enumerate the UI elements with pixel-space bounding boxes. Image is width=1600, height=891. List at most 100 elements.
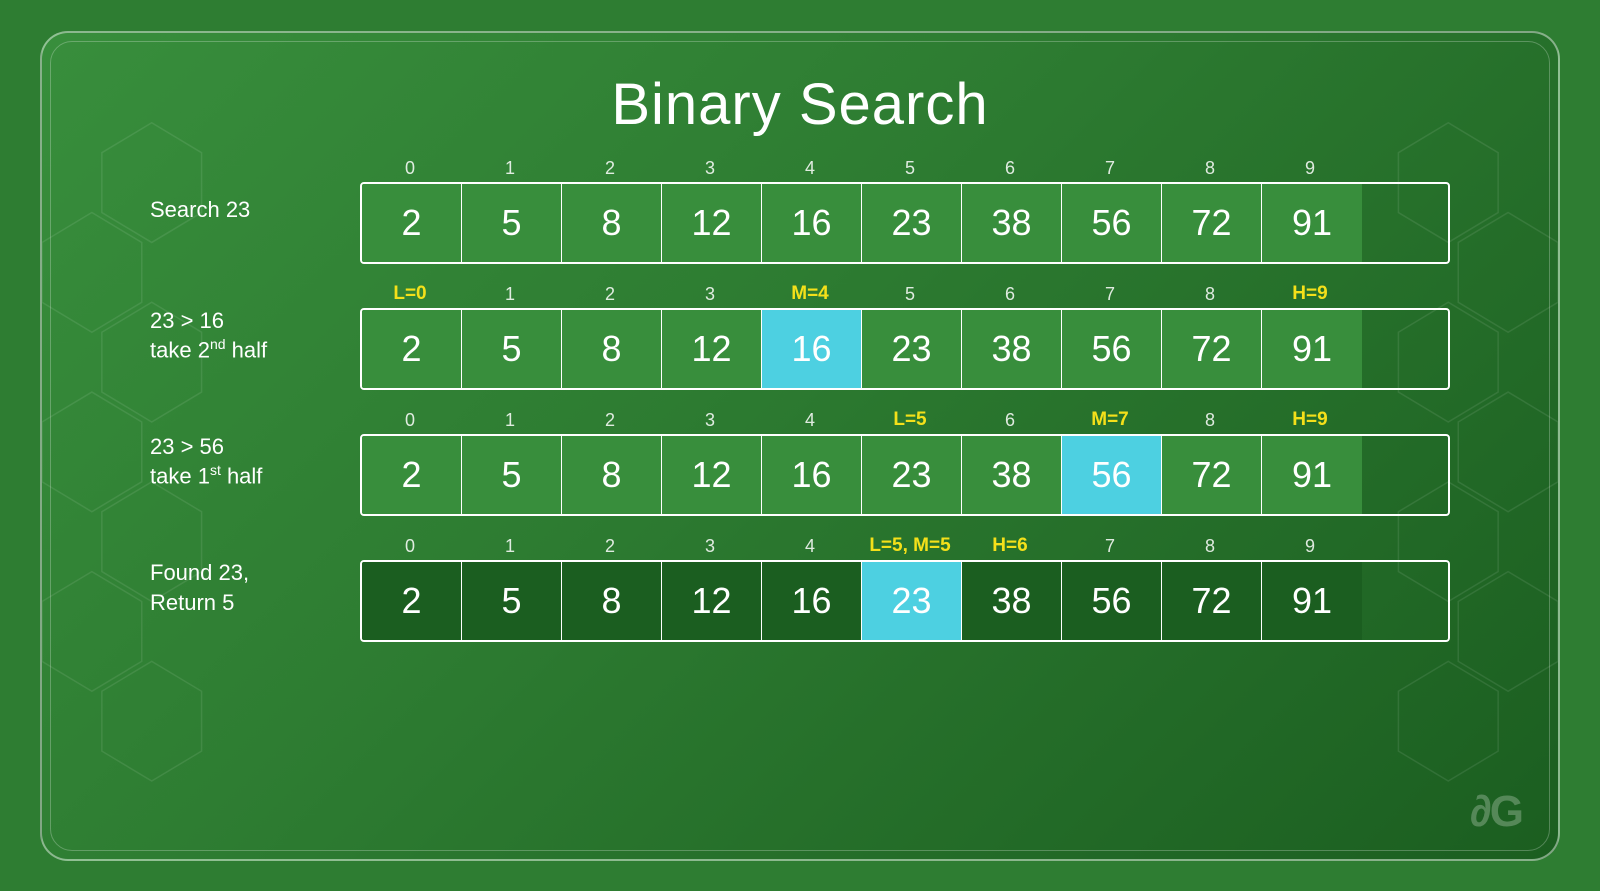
cell-search23-1: 5: [462, 184, 562, 262]
cell-search23-7: 56: [1062, 184, 1162, 262]
index-cell-step1-7: 7: [1060, 282, 1160, 306]
index-cell-search23-0: 0: [360, 156, 460, 180]
cell-step3-2: 8: [562, 562, 662, 640]
cells-row-step3: 25812162338567291: [360, 560, 1450, 642]
cell-step3-3: 12: [662, 562, 762, 640]
index-row-search23: 0123456789: [360, 156, 1450, 180]
cell-step3-6: 38: [962, 562, 1062, 640]
index-cell-step1-3: 3: [660, 282, 760, 306]
index-cell-step2-1: 1: [460, 408, 560, 432]
cell-step1-0: 2: [362, 310, 462, 388]
index-cell-step2-2: 2: [560, 408, 660, 432]
row-group-step1: 23 > 16take 2nd halfL=0123M=45678H=92581…: [150, 282, 1450, 390]
cell-step1-8: 72: [1162, 310, 1262, 388]
cell-step2-3: 12: [662, 436, 762, 514]
array-wrapper-step2: 01234L=56M=78H=925812162338567291: [360, 408, 1450, 516]
index-cell-step3-4: 4: [760, 534, 860, 558]
index-cell-step2-5: L=5: [860, 408, 960, 432]
cell-step1-7: 56: [1062, 310, 1162, 388]
array-wrapper-step1: L=0123M=45678H=925812162338567291: [360, 282, 1450, 390]
row-group-step2: 23 > 56take 1st half01234L=56M=78H=92581…: [150, 408, 1450, 516]
cell-step2-0: 2: [362, 436, 462, 514]
index-cell-search23-9: 9: [1260, 156, 1360, 180]
index-row-step2: 01234L=56M=78H=9: [360, 408, 1450, 432]
index-cell-step2-3: 3: [660, 408, 760, 432]
row-group-step3: Found 23,Return 501234L=5, M=5H=67892581…: [150, 534, 1450, 642]
cell-step3-8: 72: [1162, 562, 1262, 640]
cell-step3-5: 23: [862, 562, 962, 640]
cell-step2-8: 72: [1162, 436, 1262, 514]
array-wrapper-step3: 01234L=5, M=5H=678925812162338567291: [360, 534, 1450, 642]
cell-step2-7: 56: [1062, 436, 1162, 514]
cell-step2-2: 8: [562, 436, 662, 514]
index-cell-step2-4: 4: [760, 408, 860, 432]
cell-step3-4: 16: [762, 562, 862, 640]
index-cell-step3-9: 9: [1260, 534, 1360, 558]
index-cell-search23-3: 3: [660, 156, 760, 180]
row-label-step3: Found 23,Return 5: [150, 558, 360, 617]
index-cell-step2-6: 6: [960, 408, 1060, 432]
cell-search23-9: 91: [1262, 184, 1362, 262]
cell-step3-0: 2: [362, 562, 462, 640]
index-cell-search23-5: 5: [860, 156, 960, 180]
content-area: Search 2301234567892581216233856729123 >…: [140, 156, 1460, 642]
index-cell-step1-8: 8: [1160, 282, 1260, 306]
row-group-search23: Search 23012345678925812162338567291: [150, 156, 1450, 264]
cells-row-step2: 25812162338567291: [360, 434, 1450, 516]
index-row-step1: L=0123M=45678H=9: [360, 282, 1450, 306]
index-cell-step2-9: H=9: [1260, 408, 1360, 432]
page-title: Binary Search: [611, 71, 988, 138]
index-cell-search23-4: 4: [760, 156, 860, 180]
cell-step1-9: 91: [1262, 310, 1362, 388]
index-cell-step3-5: L=5, M=5: [860, 534, 960, 558]
index-cell-step3-8: 8: [1160, 534, 1260, 558]
cell-step2-4: 16: [762, 436, 862, 514]
index-cell-step3-2: 2: [560, 534, 660, 558]
cell-step1-4: 16: [762, 310, 862, 388]
index-cell-step1-6: 6: [960, 282, 1060, 306]
index-cell-step3-6: H=6: [960, 534, 1060, 558]
index-cell-step2-8: 8: [1160, 408, 1260, 432]
cell-step2-6: 38: [962, 436, 1062, 514]
index-cell-step3-0: 0: [360, 534, 460, 558]
cell-step3-1: 5: [462, 562, 562, 640]
index-cell-search23-2: 2: [560, 156, 660, 180]
cell-search23-2: 8: [562, 184, 662, 262]
row-label-step1: 23 > 16take 2nd half: [150, 306, 360, 366]
watermark: ∂G: [1470, 787, 1522, 837]
cell-step1-3: 12: [662, 310, 762, 388]
index-cell-step1-5: 5: [860, 282, 960, 306]
index-cell-step2-0: 0: [360, 408, 460, 432]
cell-step2-9: 91: [1262, 436, 1362, 514]
index-row-step3: 01234L=5, M=5H=6789: [360, 534, 1450, 558]
index-cell-step3-3: 3: [660, 534, 760, 558]
cell-step3-7: 56: [1062, 562, 1162, 640]
row-label-step2: 23 > 56take 1st half: [150, 432, 360, 492]
index-cell-step3-1: 1: [460, 534, 560, 558]
index-cell-step3-7: 7: [1060, 534, 1160, 558]
index-cell-search23-1: 1: [460, 156, 560, 180]
index-cell-search23-7: 7: [1060, 156, 1160, 180]
index-cell-step2-7: M=7: [1060, 408, 1160, 432]
index-cell-search23-6: 6: [960, 156, 1060, 180]
cell-search23-4: 16: [762, 184, 862, 262]
cells-row-step1: 25812162338567291: [360, 308, 1450, 390]
array-wrapper-search23: 012345678925812162338567291: [360, 156, 1450, 264]
cell-step3-9: 91: [1262, 562, 1362, 640]
index-cell-step1-2: 2: [560, 282, 660, 306]
cell-step1-1: 5: [462, 310, 562, 388]
cell-search23-5: 23: [862, 184, 962, 262]
cells-row-search23: 25812162338567291: [360, 182, 1450, 264]
index-cell-step1-0: L=0: [360, 282, 460, 306]
row-label-search23: Search 23: [150, 195, 360, 225]
cell-step1-2: 8: [562, 310, 662, 388]
cell-step2-5: 23: [862, 436, 962, 514]
cell-search23-8: 72: [1162, 184, 1262, 262]
cell-search23-3: 12: [662, 184, 762, 262]
cell-step2-1: 5: [462, 436, 562, 514]
index-cell-step1-4: M=4: [760, 282, 860, 306]
main-card: Binary Search Search 2301234567892581216…: [40, 31, 1560, 861]
cell-search23-6: 38: [962, 184, 1062, 262]
index-cell-step1-1: 1: [460, 282, 560, 306]
cell-step1-6: 38: [962, 310, 1062, 388]
